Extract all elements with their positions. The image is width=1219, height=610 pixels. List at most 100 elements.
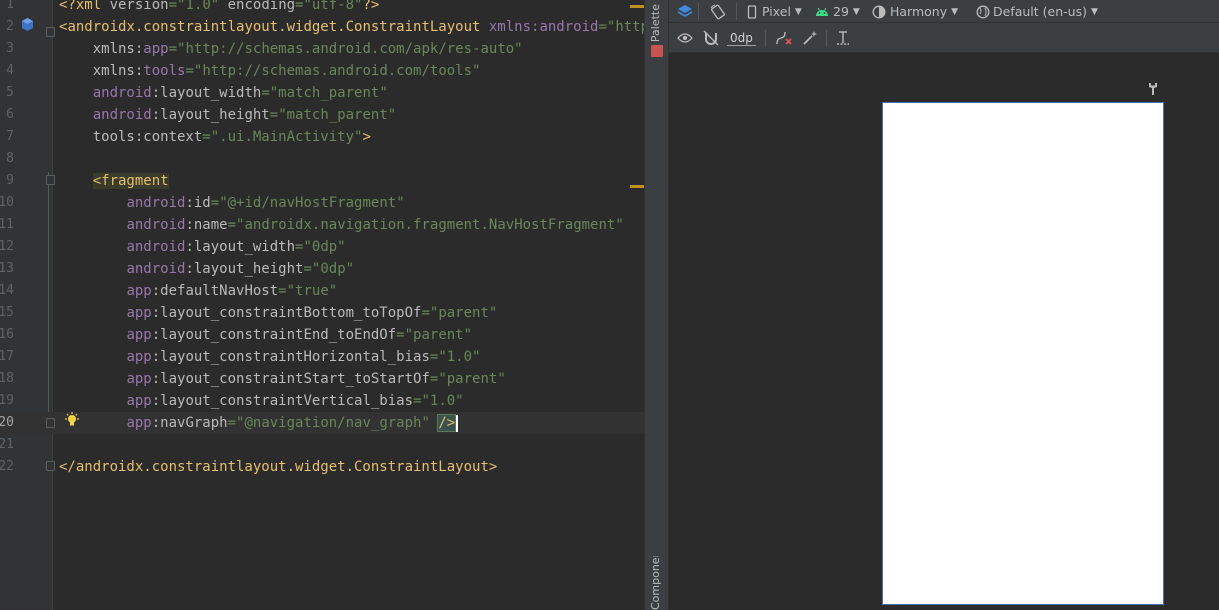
code-token: ?>: [362, 0, 380, 13]
code-token: "match_parent": [269, 85, 388, 101]
line-number: 7: [6, 129, 14, 144]
toolbar-separator: [698, 3, 699, 20]
code-token: android: [92, 85, 152, 101]
line-number: 3: [6, 41, 14, 56]
code-line[interactable]: 3 xmlns:app="http://schemas.android.com/…: [0, 38, 644, 60]
code-text: app:layout_constraintHorizontal_bias="1.…: [59, 346, 480, 368]
code-line[interactable]: 13 android:layout_height="0dp": [0, 258, 644, 280]
locale-selector[interactable]: Default (en-us) ▼: [976, 0, 1098, 23]
code-text: android:name="androidx.navigation.fragme…: [59, 214, 623, 236]
line-number: 6: [6, 107, 14, 122]
device-preview[interactable]: [882, 102, 1164, 605]
code-token: "http://schemas.android.com/tools": [193, 63, 481, 79]
lightbulb-icon[interactable]: [64, 412, 80, 428]
code-line[interactable]: 18 app:layout_constraintStart_toStartOf=…: [0, 368, 644, 390]
design-canvas[interactable]: [669, 53, 1219, 610]
code-line[interactable]: 9 <fragment: [0, 170, 644, 192]
code-line[interactable]: 1 <?xml version="1.0" encoding="utf-8"?>: [0, 0, 644, 16]
code-token: androidx.constraintlayout.widget.Constra…: [67, 19, 489, 35]
orientation-button[interactable]: [709, 0, 727, 23]
code-text: <androidx.constraintlayout.widget.Constr…: [59, 16, 644, 38]
code-token: :layout_width: [185, 239, 296, 255]
code-token: app: [126, 393, 152, 409]
fold-start-marker-root[interactable]: [46, 27, 55, 37]
code-line[interactable]: 11 android:name="androidx.navigation.fra…: [0, 214, 644, 236]
palette-tab[interactable]: Palette: [649, 4, 662, 42]
line-number: 11: [0, 217, 14, 232]
code-text: <?xml version="1.0" encoding="utf-8"?>: [59, 0, 379, 16]
code-token: app: [126, 349, 152, 365]
code-text: android:layout_width="match_parent": [59, 82, 388, 104]
autoconnect-toggle[interactable]: [703, 23, 719, 53]
code-token: :id: [185, 195, 211, 211]
line-number: 14: [0, 283, 14, 298]
code-token: >: [362, 129, 371, 145]
code-line[interactable]: 20 app:navGraph="@navigation/nav_graph" …: [0, 412, 644, 434]
clear-constraints-icon: [776, 31, 792, 45]
chevron-down-icon: ▼: [852, 6, 860, 17]
api-level-selector[interactable]: 29 ▼: [815, 0, 860, 23]
code-line[interactable]: 14 app:defaultNavHost="true": [0, 280, 644, 302]
default-margin-selector[interactable]: 0dp: [727, 23, 756, 53]
line-number: 1: [6, 0, 14, 12]
code-token: app: [126, 371, 152, 387]
code-line[interactable]: 22 </androidx.constraintlayout.widget.Con…: [0, 456, 644, 478]
fold-end-marker[interactable]: [46, 418, 55, 428]
code-token: "http://: [606, 19, 644, 35]
theme-selector[interactable]: Harmony ▼: [872, 0, 958, 23]
code-line[interactable]: 5 android:layout_width="match_parent": [0, 82, 644, 104]
code-line[interactable]: 4 xmlns:tools="http://schemas.android.co…: [0, 60, 644, 82]
code-token: :layout_constraintBottom_toTopOf: [151, 305, 422, 321]
warning-marker[interactable]: [630, 185, 644, 188]
chevron-down-icon: ▼: [1090, 6, 1098, 17]
code-line[interactable]: 6 android:layout_height="match_parent": [0, 104, 644, 126]
code-token: =: [269, 107, 279, 123]
code-line[interactable]: 12 android:layout_width="0dp": [0, 236, 644, 258]
code-token: :layout_width: [151, 85, 262, 101]
code-token: <?: [59, 0, 76, 13]
code-token: :name: [185, 217, 228, 233]
layout-preview-icon[interactable]: [20, 17, 35, 32]
guidelines-button[interactable]: [836, 23, 850, 53]
code-token: ".ui.MainActivity": [210, 129, 363, 145]
code-line[interactable]: 15 app:layout_constraintBottom_toTopOf="…: [0, 302, 644, 324]
code-token: :navGraph: [151, 415, 228, 431]
code-token: app: [126, 415, 152, 431]
toolbar-separator: [736, 3, 737, 20]
chevron-down-icon: ▼: [794, 6, 802, 17]
code-token: "@+id/navHostFragment": [219, 195, 405, 211]
palette-icon[interactable]: [651, 45, 663, 57]
warning-marker[interactable]: [630, 5, 644, 8]
line-number: 13: [0, 261, 14, 276]
code-line[interactable]: 8: [0, 148, 644, 170]
infer-constraints-button[interactable]: [802, 23, 818, 53]
design-surface-button[interactable]: [677, 0, 693, 23]
code-token: =: [168, 0, 178, 13]
component-tree-tab[interactable]: Component Tree: [649, 556, 662, 610]
wrench-icon[interactable]: [1147, 82, 1159, 96]
fold-start-marker[interactable]: [46, 175, 55, 185]
code-line[interactable]: 10 android:id="@+id/navHostFragment": [0, 192, 644, 214]
clear-constraints-button[interactable]: [775, 23, 793, 53]
api-level-label: 29: [833, 4, 849, 19]
device-selector[interactable]: Pixel ▼: [747, 0, 802, 23]
code-line[interactable]: 16 app:layout_constraintEnd_toEndOf="par…: [0, 324, 644, 346]
code-token: xmlns:: [92, 63, 144, 79]
fold-end-marker-root[interactable]: [46, 461, 55, 471]
rotate-device-icon: [710, 4, 725, 19]
code-line[interactable]: 2 <androidx.constraintlayout.widget.Const…: [0, 16, 644, 38]
view-options-button[interactable]: [677, 23, 693, 53]
code-line[interactable]: 17 app:layout_constraintHorizontal_bias=…: [0, 346, 644, 368]
code-text: android:id="@+id/navHostFragment": [59, 192, 405, 214]
code-editor[interactable]: 1 <?xml version="1.0" encoding="utf-8"?> 2…: [0, 0, 644, 610]
code-line[interactable]: 19 app:layout_constraintVertical_bias="1…: [0, 390, 644, 412]
code-token: :defaultNavHost: [151, 283, 279, 299]
code-line[interactable]: 7 tools:context=".ui.MainActivity">: [0, 126, 644, 148]
code-line[interactable]: 21: [0, 434, 644, 456]
